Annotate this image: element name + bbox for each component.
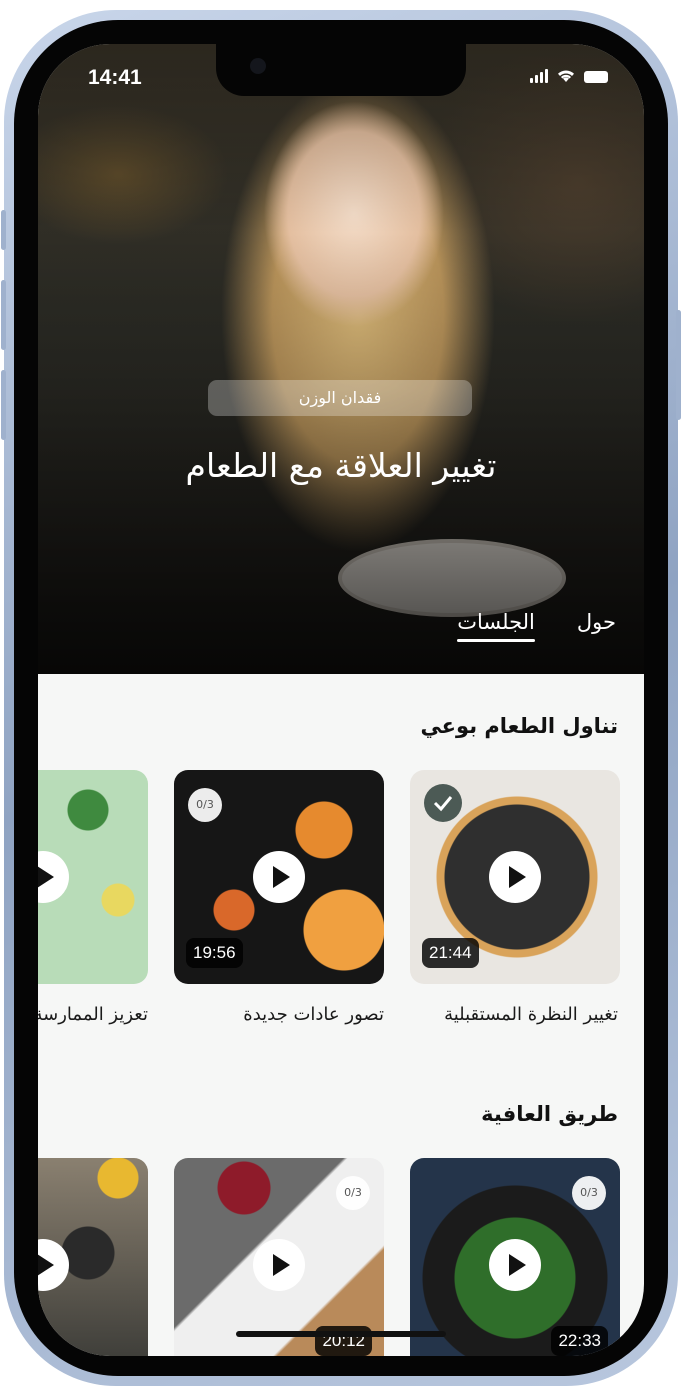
session-title: تغيير النظرة المستقبلية: [444, 1004, 618, 1025]
session-card[interactable]: 0/3 19:56: [174, 770, 384, 984]
notch: [216, 44, 466, 96]
play-icon[interactable]: [489, 851, 541, 903]
progress-badge: 0/3: [336, 1176, 370, 1210]
hero-image: [38, 44, 644, 674]
app-screen: 14:41 فقدان الوزن تغيير العلاقة مع الطعا…: [38, 44, 644, 1356]
session-card[interactable]: [38, 770, 148, 984]
duration-badge: 19:56: [186, 938, 243, 968]
session-card[interactable]: [38, 1158, 148, 1356]
course-title: تغيير العلاقة مع الطعام: [185, 446, 497, 485]
status-icons: [530, 68, 608, 83]
section-title-mindful-eating: تناول الطعام بوعي: [420, 714, 618, 738]
hero-overlay: [38, 44, 644, 674]
session-title: تعزيز الممارسة: [38, 1004, 148, 1025]
play-icon[interactable]: [38, 1239, 69, 1291]
mute-switch: [1, 210, 6, 250]
camera-icon: [250, 58, 266, 74]
status-time: 14:41: [88, 66, 142, 89]
play-icon[interactable]: [38, 851, 69, 903]
progress-badge: 0/3: [572, 1176, 606, 1210]
duration-badge: 21:44: [422, 938, 479, 968]
wifi-icon: [558, 70, 574, 82]
progress-badge: 0/3: [188, 788, 222, 822]
home-indicator[interactable]: [236, 1331, 446, 1337]
tab-about[interactable]: حول: [577, 610, 616, 642]
category-pill: فقدان الوزن: [208, 380, 472, 416]
session-card[interactable]: 21:44: [410, 770, 620, 984]
play-icon[interactable]: [489, 1239, 541, 1291]
duration-badge: 22:33: [551, 1326, 608, 1356]
tab-bar: الجلسات حول: [457, 610, 616, 642]
section-title-wellness-path: طريق العافية: [481, 1102, 618, 1126]
volume-down-button: [1, 370, 6, 440]
session-card[interactable]: 0/3 22:33: [410, 1158, 620, 1356]
play-icon[interactable]: [253, 1239, 305, 1291]
tab-sessions[interactable]: الجلسات: [457, 610, 535, 642]
session-card[interactable]: 0/3 20:12: [174, 1158, 384, 1356]
signal-icon: [530, 69, 548, 83]
battery-icon: [584, 71, 608, 83]
completed-check-icon: [424, 784, 462, 822]
session-title: تصور عادات جديدة: [243, 1004, 384, 1025]
power-button: [676, 310, 681, 420]
play-icon[interactable]: [253, 851, 305, 903]
volume-up-button: [1, 280, 6, 350]
